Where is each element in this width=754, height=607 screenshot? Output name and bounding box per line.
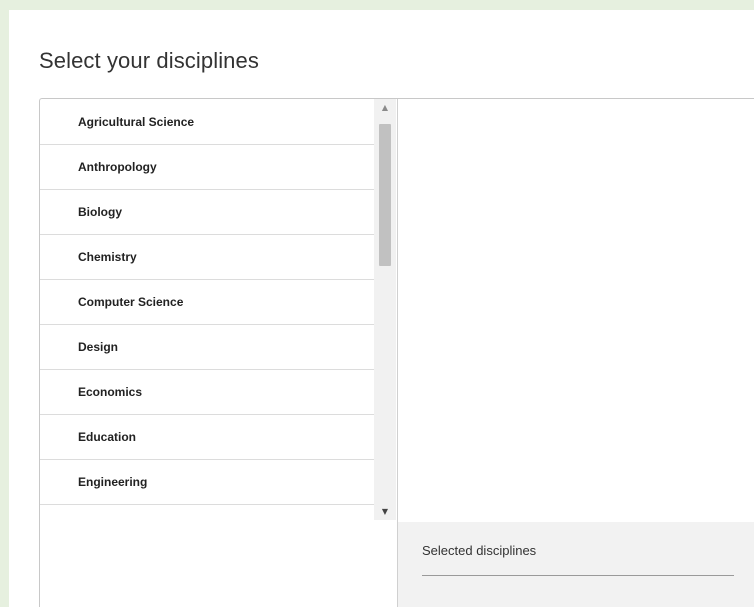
page-container: Select your disciplines Agricultural Sci… [9, 10, 754, 607]
discipline-item-engineering[interactable]: Engineering [40, 460, 374, 505]
discipline-item-computer-science[interactable]: Computer Science [40, 280, 374, 325]
scrollbar-thumb[interactable] [379, 124, 391, 266]
scroll-up-arrow-icon[interactable]: ▲ [374, 99, 396, 116]
discipline-item-economics[interactable]: Economics [40, 370, 374, 415]
selected-disciplines-label: Selected disciplines [422, 543, 537, 558]
discipline-item-education[interactable]: Education [40, 415, 374, 460]
discipline-item-agricultural-science[interactable]: Agricultural Science [40, 99, 374, 145]
page-title: Select your disciplines [39, 48, 259, 73]
discipline-selector-panel: Agricultural Science Anthropology Biolog… [39, 98, 754, 607]
discipline-list[interactable]: Agricultural Science Anthropology Biolog… [40, 99, 374, 519]
discipline-list-pane: Agricultural Science Anthropology Biolog… [40, 99, 398, 607]
discipline-item-design[interactable]: Design [40, 325, 374, 370]
discipline-item-biology[interactable]: Biology [40, 190, 374, 235]
scroll-down-arrow-icon[interactable]: ▼ [374, 503, 396, 520]
selected-disciplines-area: Selected disciplines [398, 522, 754, 607]
discipline-item-chemistry[interactable]: Chemistry [40, 235, 374, 280]
discipline-item-anthropology[interactable]: Anthropology [40, 145, 374, 190]
selected-disciplines-underline [422, 575, 734, 576]
list-scrollbar[interactable]: ▲ ▼ [374, 99, 396, 520]
